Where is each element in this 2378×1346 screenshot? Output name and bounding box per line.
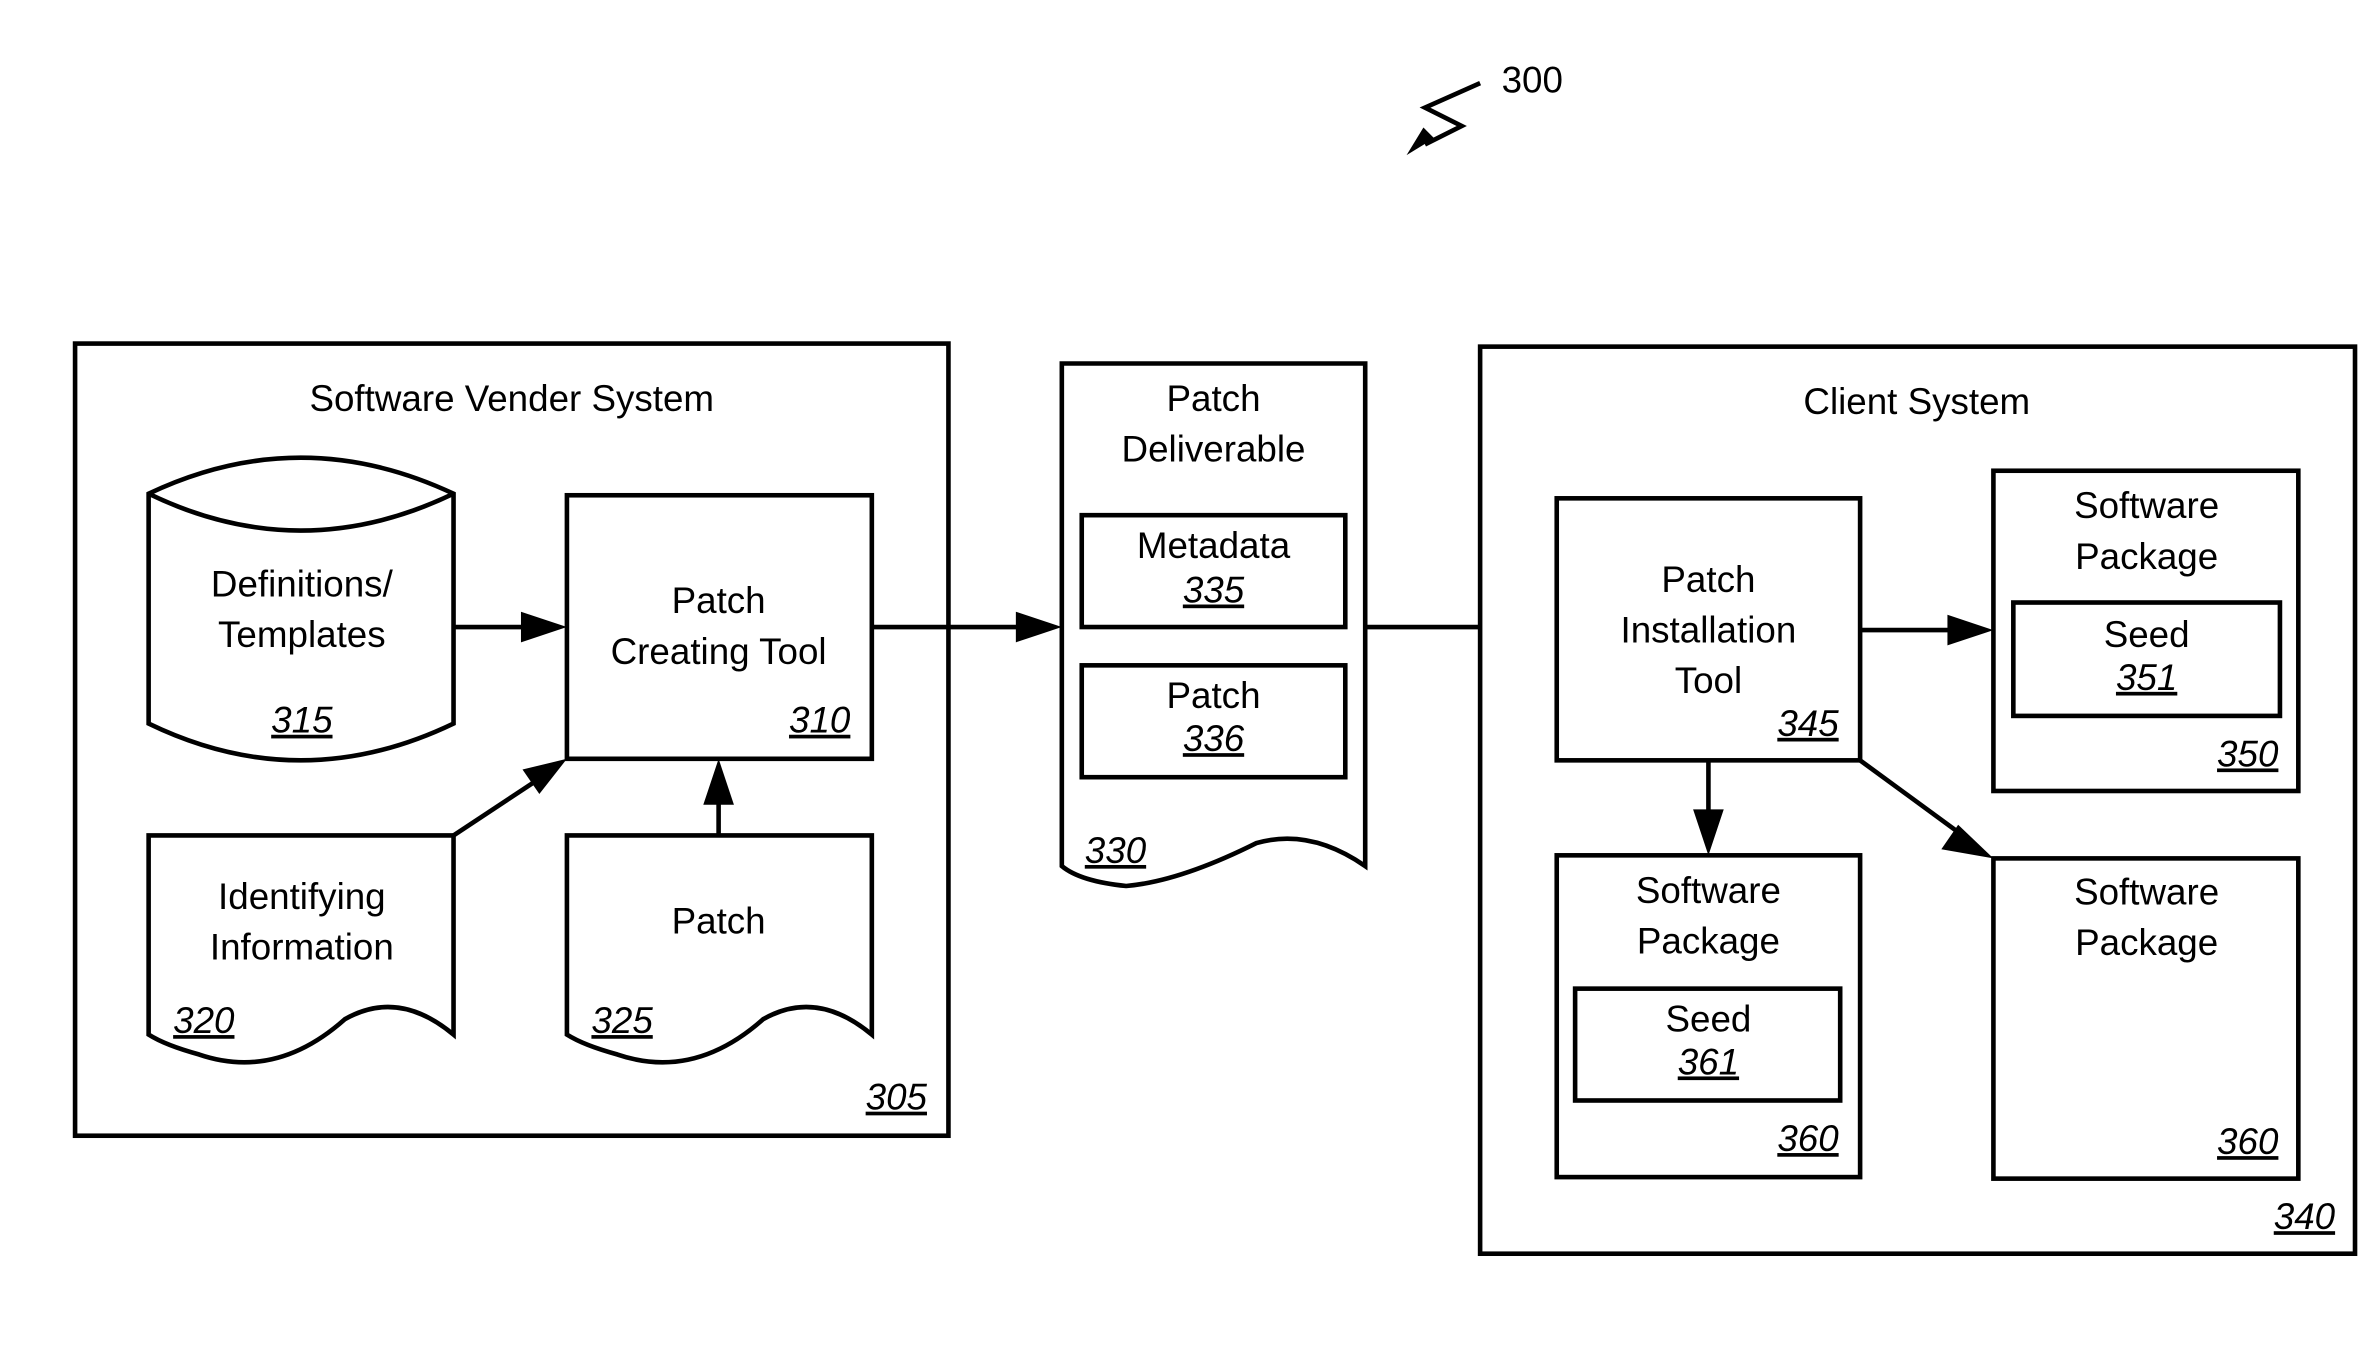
install-tool-label-line1: Patch xyxy=(1661,559,1755,600)
vendor-system-title: Software Vender System xyxy=(309,378,714,419)
software-package-360-with-seed: Software Package Seed 361 360 xyxy=(1554,853,1863,1180)
deliverable-patch-label: Patch xyxy=(1167,675,1261,716)
package-360a-label-line2: Package xyxy=(1637,920,1780,961)
creating-tool-ref: 310 xyxy=(789,700,851,741)
arrowhead-icon xyxy=(1015,611,1062,643)
identifying-label-line1: Identifying xyxy=(218,876,386,917)
patch-doc-ref: 325 xyxy=(591,1000,653,1041)
lightning-arrow-icon xyxy=(1419,80,1482,147)
definitions-label-line1: Definitions/ xyxy=(211,563,394,604)
install-tool-label-line3: Tool xyxy=(1675,660,1742,701)
deliverable-label-line2: Deliverable xyxy=(1122,429,1306,470)
package-350-label-line1: Software xyxy=(2074,485,2219,526)
software-package-350: Software Package Seed 351 350 xyxy=(1991,468,2301,794)
seed-361-label: Seed xyxy=(1665,999,1751,1040)
deliverable-ref: 330 xyxy=(1085,830,1147,871)
identifying-ref: 320 xyxy=(173,1000,235,1041)
figure-number: 300 xyxy=(1502,59,1563,100)
identifying-label-line2: Information xyxy=(210,927,394,968)
definitions-label-line2: Templates xyxy=(218,614,386,655)
software-package-360: Software Package 360 xyxy=(1991,856,2301,1181)
client-system: Client System 340 Patch Installation Too… xyxy=(1477,344,2358,1257)
seed-361-ref: 361 xyxy=(1678,1041,1739,1082)
patch-installation-tool: Patch Installation Tool 345 xyxy=(1554,496,1863,763)
metadata-label: Metadata xyxy=(1137,525,1291,566)
client-system-title: Client System xyxy=(1803,381,2030,422)
package-360b-label-line1: Software xyxy=(2074,871,2219,912)
install-tool-ref: 345 xyxy=(1777,703,1839,744)
creating-tool-label-line2: Creating Tool xyxy=(611,631,827,672)
package-350-ref: 350 xyxy=(2217,733,2279,774)
definitions-ref: 315 xyxy=(271,700,333,741)
package-360a-label-line1: Software xyxy=(1636,870,1781,911)
deliverable-label-line1: Patch xyxy=(1167,378,1261,419)
patch-deliverable: Patch Deliverable 330 Metadata 335 Patch… xyxy=(1059,361,1368,889)
patch-doc-label: Patch xyxy=(672,900,766,941)
software-vender-system: Software Vender System 305 Definitions/ … xyxy=(72,341,951,1139)
package-360a-ref: 360 xyxy=(1777,1118,1839,1159)
deliverable-patch-ref: 336 xyxy=(1183,718,1245,759)
patch-creating-tool: Patch Creating Tool 310 xyxy=(564,492,875,762)
definitions-templates-database: Definitions/ Templates 315 xyxy=(146,455,456,763)
client-system-ref: 340 xyxy=(2274,1196,2336,1237)
patch-system-diagram: 300 Software Vender System 305 Definitio… xyxy=(72,59,2358,1257)
figure-reference: 300 xyxy=(1406,59,1563,156)
seed-351-ref: 351 xyxy=(2116,657,2177,698)
vendor-system-ref: 305 xyxy=(866,1077,928,1118)
seed-351-label: Seed xyxy=(2104,614,2190,655)
package-360b-label-line2: Package xyxy=(2075,922,2218,963)
metadata-ref: 335 xyxy=(1183,570,1245,611)
package-360b-ref: 360 xyxy=(2217,1121,2279,1162)
creating-tool-label-line1: Patch xyxy=(672,580,766,621)
install-tool-label-line2: Installation xyxy=(1621,609,1797,650)
package-350-label-line2: Package xyxy=(2075,536,2218,577)
